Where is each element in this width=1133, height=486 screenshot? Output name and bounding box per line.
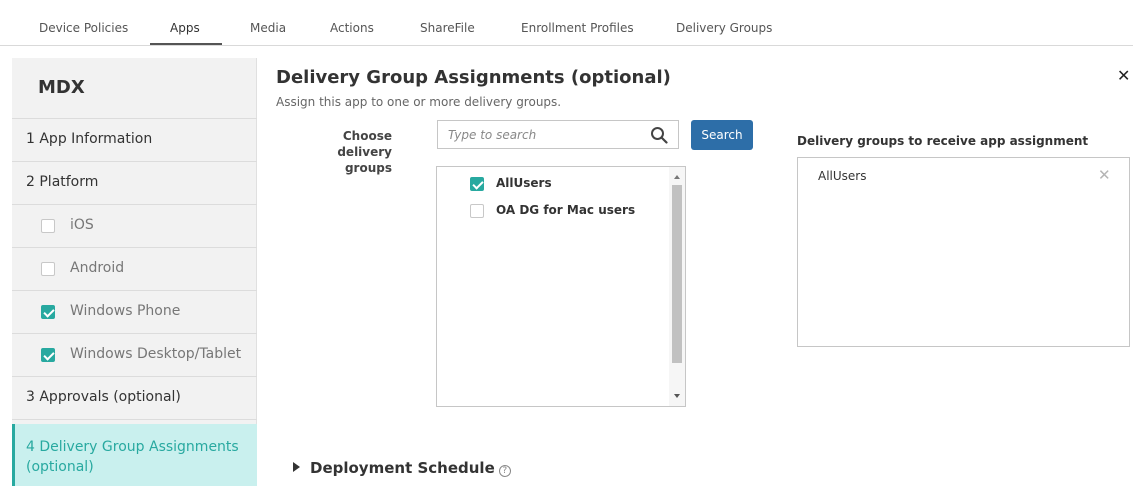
windows-phone-checkbox[interactable] bbox=[41, 305, 55, 319]
receive-assignment-label: Delivery groups to receive app assignmen… bbox=[797, 134, 1089, 148]
top-tab-bar: Device Policies Apps Media Actions Share… bbox=[0, 0, 1133, 46]
sidebar-item-delivery-group-assignments[interactable]: 4 Delivery Group Assignments (optional) bbox=[12, 424, 257, 486]
tab-media[interactable]: Media bbox=[250, 21, 286, 35]
scrollbar-thumb[interactable] bbox=[672, 185, 682, 363]
active-indicator-bar bbox=[12, 424, 15, 486]
android-checkbox[interactable] bbox=[41, 262, 55, 276]
sidebar-item-label: 3 Approvals (optional) bbox=[26, 389, 181, 405]
sidebar-item-label: Windows Desktop/Tablet bbox=[70, 346, 242, 362]
tab-enrollment-profiles[interactable]: Enrollment Profiles bbox=[521, 21, 634, 35]
delivery-groups-list: AllUsers OA DG for Mac users bbox=[436, 166, 686, 407]
tab-device-policies[interactable]: Device Policies bbox=[39, 21, 128, 35]
page-title: Delivery Group Assignments (optional) bbox=[276, 67, 671, 88]
wizard-sidebar: MDX 1 App Information 2 Platform iOS And… bbox=[12, 58, 257, 486]
active-tab-indicator bbox=[150, 43, 222, 45]
search-field bbox=[437, 120, 679, 149]
search-icon[interactable] bbox=[650, 126, 668, 144]
scroll-down-icon[interactable] bbox=[674, 394, 680, 398]
selected-groups-box: AllUsers ✕ bbox=[797, 157, 1130, 347]
help-icon[interactable]: ? bbox=[498, 465, 511, 477]
sidebar-item-label: Windows Phone bbox=[70, 303, 181, 319]
sidebar-item-approvals[interactable]: 3 Approvals (optional) bbox=[12, 377, 257, 420]
tab-actions[interactable]: Actions bbox=[330, 21, 374, 35]
tab-sharefile[interactable]: ShareFile bbox=[420, 21, 475, 35]
list-item-label: AllUsers bbox=[496, 176, 552, 190]
deployment-schedule-toggle[interactable]: Deployment Schedule? bbox=[293, 459, 511, 477]
search-button[interactable]: Search bbox=[691, 120, 753, 150]
deployment-schedule-label: Deployment Schedule bbox=[310, 459, 495, 477]
sidebar-item-ios[interactable]: iOS bbox=[12, 205, 257, 248]
sidebar-item-label: 1 App Information bbox=[26, 131, 153, 147]
sidebar-item-android[interactable]: Android bbox=[12, 248, 257, 291]
remove-icon[interactable]: ✕ bbox=[1098, 166, 1111, 184]
page-subtitle: Assign this app to one or more delivery … bbox=[276, 95, 562, 109]
list-item-label: OA DG for Mac users bbox=[496, 203, 636, 217]
oa-dg-for-mac-users-checkbox[interactable] bbox=[470, 204, 484, 218]
allusers-checkbox[interactable] bbox=[470, 177, 484, 191]
sidebar-item-label: 4 Delivery Group Assignments (optional) bbox=[26, 439, 239, 475]
sidebar-item-platform[interactable]: 2 Platform bbox=[12, 162, 257, 205]
sidebar-title: MDX bbox=[38, 77, 85, 98]
sidebar-item-windows-desktop-tablet[interactable]: Windows Desktop/Tablet bbox=[12, 334, 257, 377]
tab-delivery-groups[interactable]: Delivery Groups bbox=[676, 21, 772, 35]
sidebar-item-windows-phone[interactable]: Windows Phone bbox=[12, 291, 257, 334]
sidebar-item-label: iOS bbox=[70, 217, 94, 233]
selected-group-allusers: AllUsers bbox=[818, 169, 867, 183]
ios-checkbox[interactable] bbox=[41, 219, 55, 233]
tab-apps[interactable]: Apps bbox=[170, 21, 200, 35]
list-scrollbar[interactable] bbox=[669, 167, 685, 406]
search-input[interactable] bbox=[448, 126, 638, 144]
sidebar-header: MDX bbox=[12, 58, 257, 119]
close-icon[interactable]: ✕ bbox=[1117, 66, 1130, 85]
sidebar-item-app-information[interactable]: 1 App Information bbox=[12, 119, 257, 162]
sidebar-item-label: Android bbox=[70, 260, 125, 276]
choose-delivery-groups-label: Choose delivery groups bbox=[337, 129, 392, 175]
sidebar-item-label: 2 Platform bbox=[26, 174, 99, 190]
scroll-up-icon[interactable] bbox=[674, 175, 680, 179]
expand-arrow-icon bbox=[293, 462, 300, 472]
windows-desktop-tablet-checkbox[interactable] bbox=[41, 348, 55, 362]
